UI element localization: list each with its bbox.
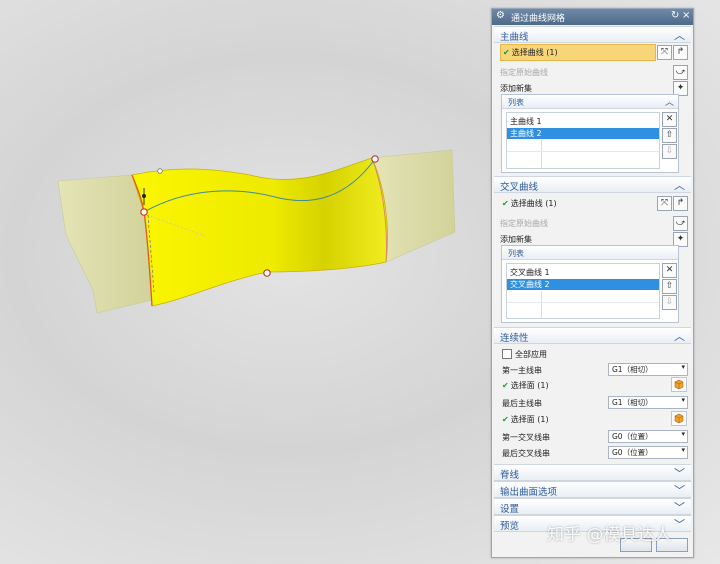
reset-icon[interactable]: ↻ (671, 10, 679, 21)
last-cross-label: 最后交叉线串 (502, 449, 550, 458)
primary-list-header: 列表 (508, 98, 524, 107)
origin-curve-icon[interactable]: ⤻ (673, 65, 688, 80)
cross-specify-origin: 指定原始曲线 (500, 219, 548, 228)
section-cross-curves[interactable]: 交叉曲线 ︿ (494, 176, 691, 193)
first-cross-dropdown[interactable]: G0（位置） ▾ (608, 430, 688, 443)
face-select-icon[interactable] (671, 377, 687, 392)
origin-curve-icon[interactable]: ⤻ (673, 216, 688, 231)
curve-handle-right[interactable] (371, 155, 379, 163)
section-continuity-label: 连续性 (500, 333, 529, 344)
curve-rule-icon[interactable]: ⤧ (657, 196, 672, 211)
select-face-1[interactable]: ✔ 选择面 (1) (502, 380, 549, 391)
face-select-icon[interactable] (671, 411, 687, 426)
last-primary-label: 最后主线串 (502, 399, 542, 408)
list-item[interactable]: 主曲线 1 (507, 116, 659, 127)
cross-list-panel: 列表 交叉曲线 1 交叉曲线 2 ✕ ⇧ ⇩ (501, 245, 679, 323)
remove-icon[interactable]: ✕ (662, 263, 677, 278)
move-down-icon[interactable]: ⇩ (662, 144, 677, 159)
through-curve-mesh-dialog: ⚙ 通过曲线网格 ↻ × 主曲线 ︿ ✔ 选择曲线 (1) ⤧ ↱ 指定原始曲线 … (491, 8, 694, 558)
cross-select-curve[interactable]: ✔ 选择曲线 (1) (502, 198, 557, 209)
chevron-down-icon[interactable]: ﹀ (674, 465, 685, 481)
dropdown-arrow-icon: ▾ (681, 363, 685, 371)
dialog-title: 通过曲线网格 (511, 14, 566, 24)
chevron-up-icon[interactable]: ︿ (674, 328, 685, 344)
chevron-up-icon[interactable]: ︿ (674, 177, 685, 193)
last-primary-dropdown[interactable]: G1（相切） ▾ (608, 396, 688, 409)
move-up-icon[interactable]: ⇧ (662, 128, 677, 143)
move-down-icon[interactable]: ⇩ (662, 295, 677, 310)
primary-list-panel: 列表 ︿ 主曲线 1 主曲线 2 ✕ ⇧ ⇩ (501, 94, 679, 173)
chevron-down-icon[interactable]: ﹀ (674, 482, 685, 498)
watermark: 知乎 @模具达人 (547, 525, 672, 545)
chevron-down-icon[interactable]: ﹀ (674, 516, 685, 532)
chevron-up-icon[interactable]: ︿ (674, 27, 685, 43)
section-settings[interactable]: 设置 ﹀ (494, 498, 691, 515)
last-cross-dropdown[interactable]: G0（位置） ▾ (608, 446, 688, 459)
dropdown-arrow-icon: ▾ (681, 446, 685, 454)
section-primary-curves[interactable]: 主曲线 ︿ (494, 26, 691, 43)
first-primary-dropdown[interactable]: G1（相切） ▾ (608, 363, 688, 376)
primary-select-curve-label: 选择曲线 (1) (511, 48, 558, 57)
chevron-up-icon[interactable]: ︿ (665, 95, 674, 108)
primary-add-new-set[interactable]: 添加新集 (500, 83, 532, 94)
check-icon: ✔ (502, 381, 509, 390)
move-up-icon[interactable]: ⇧ (662, 279, 677, 294)
first-cross-label: 第一交叉线串 (502, 433, 550, 442)
check-icon: ✔ (502, 199, 509, 208)
apply-all-checkbox[interactable] (502, 349, 512, 359)
dropdown-arrow-icon: ▾ (681, 430, 685, 438)
primary-specify-origin: 指定原始曲线 (500, 68, 548, 77)
mesh-surface[interactable] (131, 157, 388, 307)
remove-icon[interactable]: ✕ (662, 112, 677, 127)
primary-list[interactable]: 主曲线 1 主曲线 2 (506, 112, 660, 169)
cross-list[interactable]: 交叉曲线 1 交叉曲线 2 (506, 263, 660, 319)
section-output-options[interactable]: 输出曲面选项 ﹀ (494, 481, 691, 498)
section-spine[interactable]: 脊线 ﹀ (494, 464, 691, 481)
dialog-titlebar[interactable]: ⚙ 通过曲线网格 ↻ × (492, 9, 693, 25)
dropdown-arrow-icon: ▾ (681, 396, 685, 404)
section-cross-label: 交叉曲线 (500, 182, 539, 193)
section-continuity[interactable]: 连续性 ︿ (494, 327, 691, 344)
curve-handle-bottom[interactable] (263, 269, 271, 277)
chevron-down-icon[interactable]: ﹀ (674, 499, 685, 515)
list-item[interactable]: 主曲线 2 (507, 128, 659, 139)
list-item[interactable]: 交叉曲线 1 (507, 267, 659, 278)
primary-select-curve[interactable]: ✔ 选择曲线 (1) (500, 44, 656, 61)
list-item[interactable]: 交叉曲线 2 (507, 279, 659, 290)
cross-add-new-set[interactable]: 添加新集 (500, 234, 532, 245)
gear-icon[interactable]: ⚙ (496, 10, 505, 21)
curve-select-icon[interactable]: ↱ (673, 45, 688, 60)
curve-handle-top[interactable] (157, 168, 163, 174)
left-base-surface[interactable] (57, 174, 153, 314)
first-primary-label: 第一主线串 (502, 366, 542, 375)
curve-handle-left[interactable] (140, 208, 148, 216)
check-icon: ✔ (502, 415, 509, 424)
apply-all-label: 全部应用 (515, 350, 547, 359)
close-icon[interactable]: × (682, 10, 690, 21)
select-face-2[interactable]: ✔ 选择面 (1) (502, 414, 549, 425)
triad-origin (142, 194, 146, 198)
cross-list-header: 列表 (508, 249, 524, 258)
curve-select-icon[interactable]: ↱ (673, 196, 688, 211)
check-icon: ✔ (503, 48, 510, 57)
curve-rule-icon[interactable]: ⤧ (657, 45, 672, 60)
section-primary-label: 主曲线 (500, 32, 529, 43)
